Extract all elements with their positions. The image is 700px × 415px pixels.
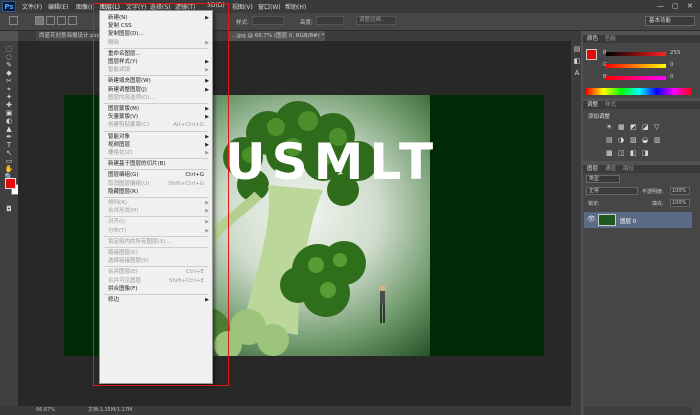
layer-kind-filter[interactable]: 类型: [586, 175, 620, 183]
height-label: 高度:: [300, 20, 313, 26]
fill-field[interactable]: 100%: [670, 199, 690, 207]
opacity-label: 不透明度:: [642, 189, 664, 195]
intersect-selection-icon[interactable]: [68, 16, 77, 25]
add-adjustment-label: 添加调整: [588, 114, 611, 120]
subtract-selection-icon[interactable]: [57, 16, 66, 25]
channel-b-slider[interactable]: [606, 76, 666, 80]
tab-color[interactable]: 颜色: [587, 35, 598, 43]
adjustment-icon-8[interactable]: ◒: [642, 136, 648, 144]
status-bar: 66.67% 文档:1.35M/1.17M: [0, 406, 580, 415]
color-panel-foreground-front: [586, 49, 597, 60]
menu-10[interactable]: 帮助(H): [285, 2, 306, 11]
adjustment-icon-4[interactable]: ▽: [654, 123, 659, 131]
channel-r-slider[interactable]: [606, 52, 666, 56]
adjustment-icon-11[interactable]: ◫: [618, 149, 625, 157]
layer-visibility-icon[interactable]: 👁: [587, 215, 596, 223]
tab-styles[interactable]: 样式: [605, 101, 616, 109]
channel-g-value[interactable]: 0: [670, 62, 674, 68]
menu-8[interactable]: 视图(V): [232, 2, 253, 11]
lock-label: 锁定:: [588, 201, 600, 207]
tab-layers[interactable]: 图层: [587, 165, 598, 173]
adjustment-icon-12[interactable]: ◧: [630, 149, 637, 157]
zoom-readout[interactable]: 66.67%: [36, 406, 55, 415]
channel-r-value[interactable]: 255: [670, 50, 681, 56]
layers-panel: [583, 173, 700, 415]
opacity-field[interactable]: 100%: [670, 187, 690, 195]
adjust-panel-header: 调整 样式: [583, 101, 700, 109]
menu-0[interactable]: 文件(F): [22, 2, 42, 11]
adjustment-icon-5[interactable]: ▤: [606, 136, 613, 144]
adjustment-icon-1[interactable]: ▦: [618, 123, 625, 131]
channel-b-value[interactable]: 0: [670, 74, 674, 80]
blend-mode-select[interactable]: 正常: [586, 187, 638, 195]
collapsed-dock: [571, 31, 581, 415]
color-panel-header: 颜色 色板: [583, 35, 700, 43]
quick-mask-icon[interactable]: ◘: [2, 205, 16, 214]
fill-label: 填充:: [652, 201, 664, 207]
tab-swatches[interactable]: 色板: [605, 35, 616, 43]
adjustment-icon-3[interactable]: ◪: [642, 123, 649, 131]
adjustment-icon-13[interactable]: ◨: [642, 149, 649, 157]
tab-document-2[interactable]: ...jpg @ 66.7% (图层 0, RGB/8#) *: [229, 31, 325, 41]
red-highlight-box: [93, 3, 229, 386]
menu-1[interactable]: 编辑(E): [48, 2, 68, 11]
properties-icon[interactable]: ◧: [570, 57, 584, 66]
doc-size-readout: 文档:1.35M/1.17M: [88, 407, 133, 413]
adjustment-icon-6[interactable]: ◑: [618, 136, 624, 144]
color-spectrum-ramp[interactable]: [586, 88, 692, 95]
layer-name[interactable]: 图层 0: [620, 217, 636, 225]
workspace-select[interactable]: 基本功能: [645, 16, 695, 26]
adjustment-icon-2[interactable]: ◩: [630, 123, 637, 131]
foreground-color-front: [5, 178, 16, 189]
height-field[interactable]: [316, 16, 344, 25]
layers-footer: [584, 407, 692, 415]
marquee-preset-icon[interactable]: [9, 16, 18, 25]
adjustment-icon-0[interactable]: ☀: [606, 123, 612, 131]
layers-panel-header: 图层 通道 路径: [583, 165, 700, 173]
style-label: 样式:: [236, 20, 249, 26]
layer-thumbnail: [598, 214, 616, 226]
style-select[interactable]: [252, 16, 284, 25]
channel-g-slider[interactable]: [606, 64, 666, 68]
character-icon[interactable]: A: [570, 69, 584, 78]
photoshop-logo: Ps: [2, 1, 16, 12]
new-selection-icon[interactable]: [35, 16, 44, 25]
tab-adjustments[interactable]: 调整: [587, 101, 598, 109]
maximize-button[interactable]: ▢: [672, 2, 679, 10]
refine-edge-button[interactable]: 调整边缘...: [356, 16, 396, 25]
history-icon[interactable]: ▤: [570, 45, 584, 54]
adjustment-icon-10[interactable]: ▩: [606, 149, 613, 157]
tab-channels[interactable]: 通道: [605, 165, 616, 173]
close-button[interactable]: ✕: [687, 2, 693, 10]
tab-paths[interactable]: 路径: [623, 165, 634, 173]
adjustment-icon-9[interactable]: ▥: [654, 136, 661, 144]
adjustment-icon-7[interactable]: ▨: [630, 136, 637, 144]
menu-9[interactable]: 窗口(W): [258, 2, 281, 11]
minimize-button[interactable]: —: [657, 2, 664, 10]
menu-2[interactable]: 图像(I): [76, 2, 94, 11]
headline-text: USMLT: [225, 133, 440, 191]
add-selection-icon[interactable]: [46, 16, 55, 25]
